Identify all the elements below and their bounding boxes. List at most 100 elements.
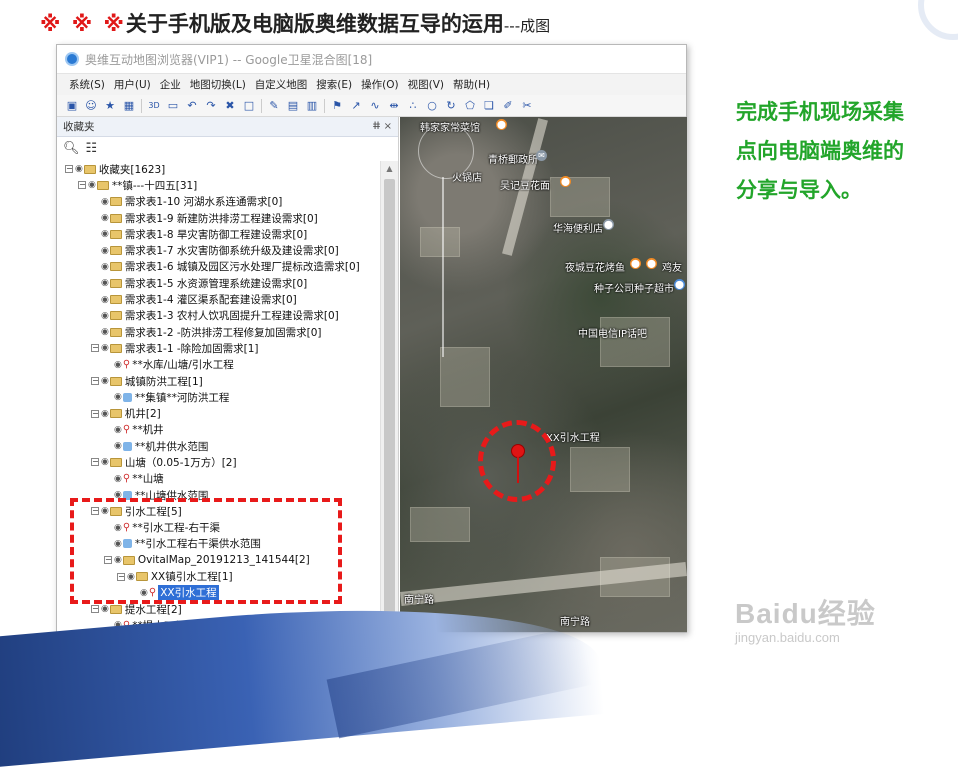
menu-item[interactable]: 视图(V)	[408, 77, 444, 92]
menu-item[interactable]: 系统(S)	[69, 77, 105, 92]
visibility-eye-icon[interactable]: ◉	[101, 295, 109, 305]
menu-item[interactable]: 搜索(E)	[316, 77, 352, 92]
scroll-thumb[interactable]	[384, 179, 395, 617]
visibility-eye-icon[interactable]: ◉	[101, 197, 109, 207]
visibility-eye-icon[interactable]: ◉	[101, 343, 109, 353]
post-office-icon[interactable]: ✉	[536, 150, 547, 161]
tree-row-label: 需求表1-10 河湖水系连通需求[0]	[124, 196, 283, 209]
redo-icon[interactable]: ↷	[204, 99, 218, 113]
visibility-eye-icon[interactable]: ◉	[101, 278, 109, 288]
visibility-eye-icon[interactable]: ◉	[114, 392, 122, 402]
collapse-toggle-icon[interactable]: −	[91, 409, 99, 418]
visibility-eye-icon[interactable]: ◉	[101, 457, 109, 467]
tree-scrollbar[interactable]: ▲ ▼	[380, 161, 398, 632]
restaurant-icon[interactable]: ⬤	[646, 258, 657, 269]
tree-row[interactable]: ◉ 需求表1-6 城镇及园区污水处理厂提标改造需求[0]	[57, 259, 379, 275]
map-zoom-bar[interactable]	[442, 177, 444, 357]
tree-row[interactable]: ◉ ⚲ **水库/山塘/引水工程	[57, 357, 379, 373]
curve-icon[interactable]: ∿	[368, 99, 382, 113]
tree-row[interactable]: − ◉ 城镇防洪工程[1]	[57, 373, 379, 389]
tree-row[interactable]: ◉ 需求表1-2 -防洪排涝工程修复加固需求[0]	[57, 324, 379, 340]
restaurant-icon[interactable]: ⬤	[560, 176, 571, 187]
2d-icon[interactable]: ▭	[166, 99, 180, 113]
tree-row[interactable]: ◉ 需求表1-10 河湖水系连通需求[0]	[57, 194, 379, 210]
line-icon[interactable]: ↗	[349, 99, 363, 113]
menu-item[interactable]: 地图切换(L)	[190, 77, 246, 92]
scroll-up-icon[interactable]: ▲	[381, 161, 398, 177]
satellite-map[interactable]: 韩家家常菜馆 ⬤ 青桥郵政所 ✉ 火锅店 吴记豆花面 ⬤ 华海便利店 ⬤ 夜城豆…	[400, 117, 687, 632]
doc-icon[interactable]: ▤	[286, 99, 300, 113]
measure-icon[interactable]: ⇹	[387, 99, 401, 113]
polygon-icon[interactable]: ⬠	[463, 99, 477, 113]
3d-icon[interactable]: 3D	[147, 99, 161, 113]
collapse-toggle-icon[interactable]: −	[91, 344, 99, 353]
trash-icon[interactable]: ✖	[223, 99, 237, 113]
folder-icon	[109, 327, 122, 337]
cut-icon[interactable]: ✂	[520, 99, 534, 113]
refresh-icon[interactable]: ↻	[444, 99, 458, 113]
collapse-toggle-icon[interactable]: −	[65, 165, 73, 174]
collapse-toggle-icon[interactable]: −	[91, 458, 99, 467]
restaurant-icon[interactable]: ⬤	[630, 258, 641, 269]
layer-icon[interactable]: ▥	[305, 99, 319, 113]
search-icon[interactable]: 🔍︎	[63, 141, 80, 156]
tree-row[interactable]: − ◉ 山塘（0.05-1万方）[2]	[57, 454, 379, 470]
undo-icon[interactable]: ↶	[185, 99, 199, 113]
tree-row[interactable]: ◉ 需求表1-9 新建防洪排涝工程建设需求[0]	[57, 210, 379, 226]
tree-row[interactable]: − ◉ 需求表1-1 -除险加固需求[1]	[57, 340, 379, 356]
visibility-eye-icon[interactable]: ◉	[101, 262, 109, 272]
visibility-eye-icon[interactable]: ◉	[114, 425, 122, 435]
folder-icon	[109, 409, 122, 419]
visibility-eye-icon[interactable]: ◉	[101, 311, 109, 321]
tree-row[interactable]: ◉ 需求表1-8 旱灾害防御工程建设需求[0]	[57, 226, 379, 242]
location-pin-icon[interactable]	[511, 444, 525, 458]
collapse-toggle-icon[interactable]: −	[91, 377, 99, 385]
list-view-icon[interactable]: ☷	[86, 141, 98, 156]
bookmark-icon[interactable]: ❏	[482, 99, 496, 113]
collapse-toggle-icon[interactable]: −	[78, 181, 86, 190]
rect-icon[interactable]: □	[242, 99, 256, 113]
visibility-eye-icon[interactable]: ◉	[114, 441, 122, 451]
panel-pin-close[interactable]: ⵌ ×	[373, 121, 392, 132]
visibility-eye-icon[interactable]: ◉	[101, 327, 109, 337]
save-icon[interactable]: ▣	[65, 99, 79, 113]
restaurant-icon[interactable]: ⬤	[496, 119, 507, 130]
tree-row[interactable]: ◉ **集镇**河防洪工程	[57, 389, 379, 405]
edit-icon[interactable]: ✐	[501, 99, 515, 113]
menu-item[interactable]: 企业	[160, 77, 181, 92]
tree-row[interactable]: ◉ 需求表1-3 农村人饮巩固提升工程建设需求[0]	[57, 308, 379, 324]
menu-item[interactable]: 操作(O)	[361, 77, 398, 92]
circle-icon[interactable]: ○	[425, 99, 439, 113]
user-icon[interactable]: ☺	[84, 99, 98, 113]
grid-icon[interactable]: ▦	[122, 99, 136, 113]
visibility-eye-icon[interactable]: ◉	[101, 246, 109, 256]
star-icon[interactable]: ★	[103, 99, 117, 113]
visibility-eye-icon[interactable]: ◉	[101, 213, 109, 223]
points-icon[interactable]: ∴	[406, 99, 420, 113]
tree-row[interactable]: ◉ 需求表1-7 水灾害防御系统升级及建设需求[0]	[57, 242, 379, 258]
menu-item[interactable]: 帮助(H)	[453, 77, 490, 92]
tree-row[interactable]: ◉ ⚲ **机井	[57, 422, 379, 438]
menu-item[interactable]: 自定义地图	[255, 77, 308, 92]
tree-row[interactable]: − ◉ **镇---十四五[31]	[57, 177, 379, 193]
tree-row[interactable]: ◉ ⚲ **山塘	[57, 471, 379, 487]
tree-row[interactable]: − ◉ 收藏夹[1623]	[57, 161, 379, 177]
pen-icon[interactable]: ✎	[267, 99, 281, 113]
visibility-eye-icon[interactable]: ◉	[101, 409, 109, 419]
visibility-eye-icon[interactable]: ◉	[101, 376, 109, 386]
visibility-eye-icon[interactable]: ◉	[101, 604, 109, 614]
collapse-toggle-icon[interactable]: −	[91, 605, 99, 614]
visibility-eye-icon[interactable]: ◉	[114, 360, 122, 370]
tree-row[interactable]: ◉ 需求表1-5 水资源管理系统建设需求[0]	[57, 275, 379, 291]
tree-row[interactable]: ◉ **机井供水范围	[57, 438, 379, 454]
shop-icon[interactable]: ⬤	[603, 219, 614, 230]
visibility-eye-icon[interactable]: ◉	[114, 474, 122, 484]
tree-row[interactable]: ◉ 需求表1-4 灌区渠系配套建设需求[0]	[57, 291, 379, 307]
store-icon[interactable]: ⬤	[674, 279, 685, 290]
visibility-eye-icon[interactable]: ◉	[88, 180, 96, 190]
visibility-eye-icon[interactable]: ◉	[75, 164, 83, 174]
marker-icon[interactable]: ⚑	[330, 99, 344, 113]
tree-row[interactable]: − ◉ 机井[2]	[57, 405, 379, 421]
visibility-eye-icon[interactable]: ◉	[101, 229, 109, 239]
menu-item[interactable]: 用户(U)	[114, 77, 151, 92]
